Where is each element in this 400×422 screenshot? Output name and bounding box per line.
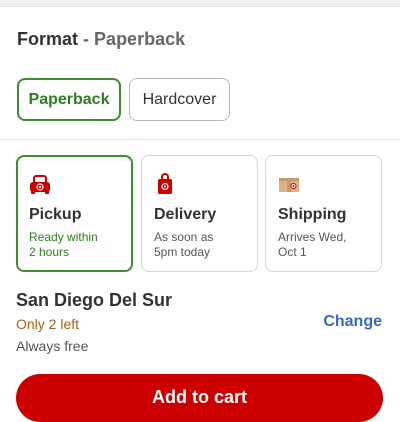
- change-store-link[interactable]: Change: [323, 313, 382, 331]
- shipping-box-icon: [279, 178, 299, 192]
- fulfillment-option-pickup[interactable]: Pickup Ready within 2 hours: [16, 155, 133, 272]
- fulfillment-detail-line: 2 hours: [29, 245, 70, 259]
- store-name: San Diego Del Sur: [16, 290, 173, 310]
- fulfillment-title: Shipping: [278, 206, 347, 223]
- stock-status: Only 2 left: [16, 316, 80, 332]
- format-option-paperback[interactable]: Paperback: [17, 78, 121, 121]
- format-selected-value: Paperback: [94, 29, 186, 49]
- fulfillment-detail-line: Oct 1: [278, 245, 307, 259]
- pickup-fee-note: Always free: [16, 338, 89, 354]
- format-heading: Format - Paperback: [17, 29, 185, 50]
- pickup-car-icon: [30, 175, 50, 194]
- fulfillment-detail-line: 5pm today: [154, 245, 211, 259]
- fulfillment-option-shipping[interactable]: Shipping Arrives Wed, Oct 1: [265, 155, 382, 272]
- format-label: Format: [17, 29, 79, 49]
- fulfillment-detail: As soon as 5pm today: [154, 230, 254, 260]
- add-to-cart-button[interactable]: Add to cart: [16, 374, 383, 422]
- format-option-hardcover[interactable]: Hardcover: [129, 78, 230, 121]
- fulfillment-option-delivery[interactable]: Delivery As soon as 5pm today: [141, 155, 258, 272]
- add-to-cart-label: Add to cart: [151, 387, 247, 407]
- fulfillment-title: Pickup: [29, 206, 82, 223]
- fulfillment-detail-line: As soon as: [154, 230, 214, 244]
- fulfillment-detail: Ready within 2 hours: [29, 230, 129, 260]
- fulfillment-title: Delivery: [154, 206, 217, 223]
- section-divider: [0, 139, 400, 140]
- delivery-bag-icon: [158, 173, 172, 194]
- fulfillment-detail-line: Ready within: [29, 230, 98, 244]
- fulfillment-detail: Arrives Wed, Oct 1: [278, 230, 378, 260]
- format-separator: -: [83, 29, 90, 49]
- fulfillment-detail-line: Arrives Wed,: [278, 230, 347, 244]
- top-edge-strip: [0, 0, 400, 7]
